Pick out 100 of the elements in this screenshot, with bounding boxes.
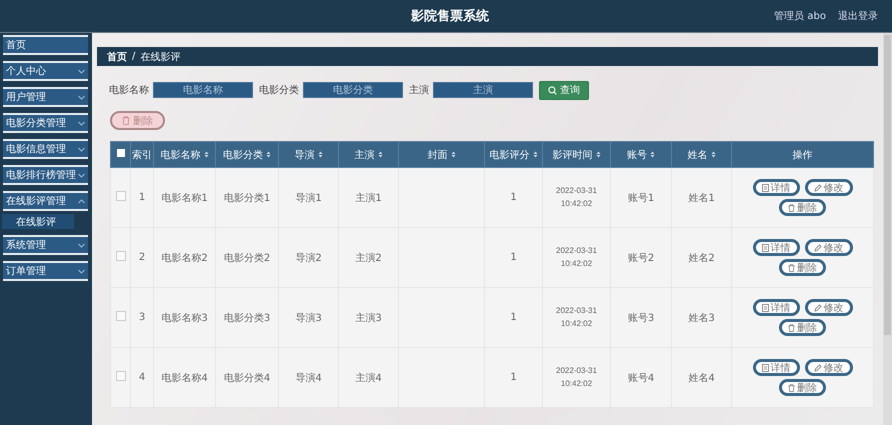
table-cell: 1 [510, 312, 517, 323]
column-header[interactable]: 封面 [398, 142, 484, 168]
table-cell: 账号3 [628, 312, 654, 324]
sidebar-item[interactable]: 电影信息管理 [3, 139, 88, 159]
delete-row-button[interactable]: 删除 [779, 379, 826, 396]
table-cell: 电影分类1 [224, 192, 270, 204]
table-cell: 姓名4 [688, 372, 715, 384]
table-cell: 电影名称1 [161, 192, 208, 204]
table-cell: 1 [138, 192, 146, 203]
sidebar-item[interactable]: 个人中心 [3, 61, 88, 81]
column-header[interactable]: 电影评分 [484, 142, 542, 168]
edit-button[interactable]: 修改 [804, 239, 852, 256]
sidebar-item[interactable]: 系统管理 [3, 235, 88, 255]
detail-button[interactable]: 详情 [752, 179, 800, 196]
table-cell: 主演1 [355, 192, 382, 204]
delete-row-button[interactable]: 删除 [779, 259, 826, 276]
column-header[interactable]: 影评时间 [542, 142, 610, 168]
search-icon [548, 86, 557, 94]
pencil-icon [814, 184, 822, 192]
column-header[interactable]: 电影分类 [216, 142, 278, 168]
search-button[interactable]: 查询 [539, 80, 589, 100]
delete-row-button[interactable]: 删除 [779, 319, 826, 336]
document-icon [762, 364, 768, 372]
field-label: 电影名称 [109, 84, 149, 97]
table-cell: 2022-03-31 10:42:02 [556, 186, 597, 208]
user-label: 管理员 abo [774, 10, 826, 23]
table-cell: 2 [138, 252, 146, 263]
field-label: 主演 [409, 84, 429, 97]
search-field[interactable]: 电影分类 [303, 82, 403, 98]
sidebar-item[interactable]: 电影排行榜管理 [3, 165, 88, 185]
pencil-icon [814, 304, 822, 312]
app-title: 影院售票系统 [411, 8, 490, 25]
edit-button[interactable]: 修改 [804, 299, 852, 316]
table-cell: 3 [138, 312, 146, 323]
sidebar-item[interactable]: 订单管理 [3, 261, 88, 281]
table-cell: 2022-03-31 10:42:02 [556, 246, 597, 268]
row-checkbox[interactable] [116, 371, 126, 381]
table-cell: 2022-03-31 10:42:02 [556, 306, 597, 328]
detail-button[interactable]: 详情 [752, 239, 800, 256]
pencil-icon [814, 364, 822, 372]
edit-button[interactable]: 修改 [804, 179, 852, 196]
document-icon [762, 244, 768, 252]
table-cell: 账号2 [628, 252, 654, 264]
column-header[interactable]: 操作 [732, 142, 874, 168]
sidebar-item[interactable]: 用户管理 [3, 87, 88, 107]
table-cell: 主演2 [355, 252, 382, 264]
document-icon [762, 304, 768, 312]
sort-icon [378, 151, 382, 158]
table-cell: 导演1 [295, 192, 322, 204]
sidebar-item[interactable]: 首页 [3, 35, 88, 55]
pencil-icon [814, 244, 822, 252]
column-header[interactable]: 主演 [338, 142, 398, 168]
sort-icon [710, 151, 716, 158]
trash-icon [788, 264, 795, 272]
column-header[interactable]: 电影名称 [154, 142, 216, 168]
trash-icon [122, 116, 130, 125]
search-field[interactable]: 电影名称 [153, 82, 253, 98]
row-checkbox[interactable] [116, 191, 126, 201]
detail-button[interactable]: 详情 [752, 359, 800, 376]
sidebar-item[interactable]: 在线影评管理 [3, 191, 88, 211]
delete-row-button[interactable]: 删除 [779, 199, 826, 216]
select-all-checkbox[interactable] [116, 149, 124, 157]
table-cell: 1 [510, 372, 517, 383]
table-cell: 电影分类4 [224, 372, 270, 384]
table-cell: 姓名1 [688, 192, 715, 204]
scrollbar[interactable] [883, 33, 892, 425]
field-label: 电影分类 [259, 84, 299, 97]
breadcrumb-item[interactable]: 首页 [107, 50, 127, 64]
column-header[interactable]: 姓名 [672, 142, 732, 168]
table-cell: 姓名2 [688, 252, 715, 264]
column-header[interactable]: 导演 [278, 142, 338, 168]
table-cell: 4 [138, 372, 146, 383]
table-cell: 电影名称2 [161, 252, 208, 264]
table-cell: 导演2 [295, 252, 322, 264]
document-icon [762, 184, 768, 192]
sort-icon [318, 151, 322, 158]
search-field[interactable]: 主演 [433, 82, 533, 98]
sort-icon [532, 151, 538, 158]
table-cell: 电影分类3 [224, 312, 270, 324]
table-cell: 导演3 [295, 312, 322, 324]
sidebar-subitem[interactable]: 在线影评 [2, 214, 74, 229]
sidebar-item[interactable]: 电影分类管理 [3, 113, 88, 133]
sort-icon [266, 151, 271, 158]
column-header[interactable]: 账号 [610, 142, 672, 168]
edit-button[interactable]: 修改 [804, 359, 852, 376]
row-checkbox[interactable] [116, 311, 126, 321]
trash-icon [788, 384, 795, 392]
logout-link[interactable]: 退出登录 [838, 9, 878, 23]
table-cell: 电影名称4 [161, 372, 208, 384]
table-cell: 主演4 [355, 372, 382, 384]
sort-icon [650, 151, 655, 158]
breadcrumb-item: 在线影评 [140, 50, 180, 64]
trash-icon [788, 324, 795, 332]
table-cell: 主演3 [355, 312, 382, 324]
detail-button[interactable]: 详情 [752, 299, 800, 316]
sort-icon [204, 151, 208, 158]
row-checkbox[interactable] [116, 251, 126, 261]
column-header[interactable]: 索引 [130, 142, 154, 168]
table-cell: 电影名称3 [161, 312, 208, 324]
breadcrumb-separator: / [132, 51, 136, 62]
